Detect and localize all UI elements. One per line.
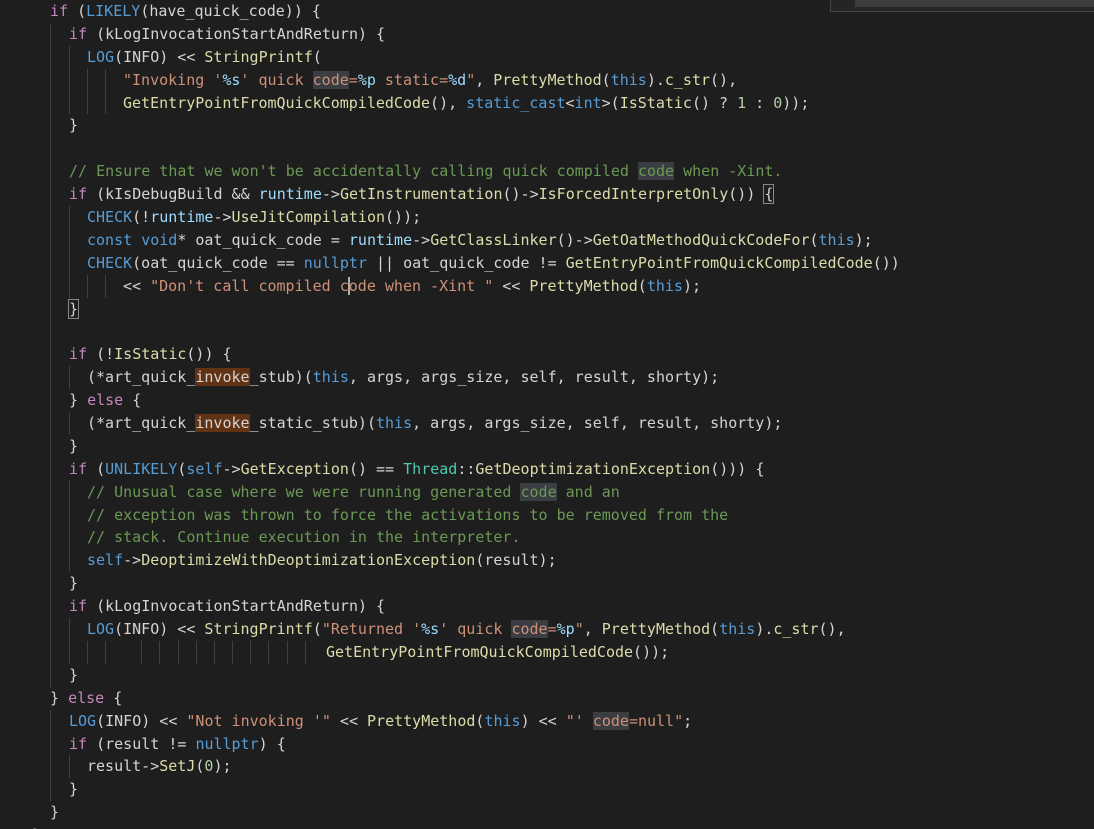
- code-line[interactable]: LOG(INFO) << StringPrintf(: [0, 45, 1094, 69]
- code-line[interactable]: if (kLogInvocationStartAndReturn) {: [0, 595, 1094, 619]
- code-line[interactable]: if (LIKELY(have_quick_code)) {: [0, 0, 1094, 23]
- code-line-text: } else {: [50, 688, 123, 707]
- code-line[interactable]: }: [0, 434, 1094, 458]
- code-line[interactable]: CHECK(!runtime->UseJitCompilation());: [0, 206, 1094, 229]
- code-line[interactable]: (*art_quick_invoke_static_stub)(this, ar…: [0, 412, 1094, 435]
- code-line-text: }: [69, 116, 79, 135]
- code-line-text: CHECK(oat_quick_code == nullptr || oat_q…: [87, 253, 900, 272]
- code-line-text: if (kIsDebugBuild && runtime->GetInstrum…: [69, 184, 775, 205]
- code-line[interactable]: if (UNLIKELY(self->GetException() == Thr…: [0, 457, 1094, 481]
- code-line-text: }: [67, 298, 80, 319]
- code-line[interactable]: self->DeoptimizeWithDeoptimizationExcept…: [0, 549, 1094, 573]
- code-line-text: if (UNLIKELY(self->GetException() == Thr…: [69, 459, 765, 478]
- code-editor[interactable]: if (LIKELY(have_quick_code)) { if (kLogI…: [0, 0, 1094, 829]
- code-line[interactable]: LOG(INFO) << StringPrintf("Returned '%s'…: [0, 618, 1094, 641]
- code-line[interactable]: }: [0, 663, 1094, 687]
- code-line-text: LOG(INFO) << StringPrintf(: [87, 47, 322, 66]
- code-line[interactable]: }: [0, 297, 1094, 321]
- code-line[interactable]: // exception was thrown to force the act…: [0, 503, 1094, 527]
- code-line[interactable]: const void* oat_quick_code = runtime->Ge…: [0, 228, 1094, 252]
- code-line[interactable]: }: [0, 572, 1094, 596]
- code-line[interactable]: }: [0, 114, 1094, 138]
- code-line-text: }: [69, 574, 79, 593]
- code-line[interactable]: // Ensure that we won't be accidentally …: [0, 160, 1094, 184]
- code-line[interactable]: CHECK(oat_quick_code == nullptr || oat_q…: [0, 251, 1094, 275]
- code-line-text: }: [32, 824, 41, 829]
- code-line-text: if (result != nullptr) {: [69, 734, 286, 753]
- code-line-text: << "Don't call compiled code when -Xint …: [123, 276, 701, 296]
- code-line-text: if (kLogInvocationStartAndReturn) {: [69, 24, 386, 43]
- code-line-text: result->SetJ(0);: [87, 757, 232, 776]
- code-line[interactable]: if (result != nullptr) {: [0, 732, 1094, 756]
- code-line[interactable]: [0, 137, 1094, 161]
- code-line-text: }: [69, 665, 79, 684]
- code-line-text: LOG(INFO) << StringPrintf("Returned '%s'…: [87, 620, 846, 639]
- code-line-text: // stack. Continue execution in the inte…: [87, 528, 521, 547]
- code-line-text: } else {: [69, 391, 142, 410]
- code-line-text: CHECK(!runtime->UseJitCompilation());: [87, 208, 422, 227]
- code-line-text: (*art_quick_invoke_static_stub)(this, ar…: [87, 414, 783, 433]
- code-line-text: if (kLogInvocationStartAndReturn) {: [69, 597, 386, 616]
- code-line-text: GetEntryPointFromQuickCompiledCode(), st…: [123, 93, 810, 112]
- code-line-text: const void* oat_quick_code = runtime->Ge…: [87, 230, 873, 249]
- code-line-text: if (LIKELY(have_quick_code)) {: [50, 2, 321, 20]
- code-line[interactable]: }: [0, 824, 1094, 829]
- code-line[interactable]: result->SetJ(0);: [0, 755, 1094, 779]
- code-line-text: }: [69, 780, 79, 799]
- code-line-text: // Unusual case where we were running ge…: [87, 482, 620, 501]
- code-line-text: self->DeoptimizeWithDeoptimizationExcept…: [87, 551, 557, 570]
- code-line[interactable]: "Invoking '%s' quick code=%p static=%d",…: [0, 68, 1094, 92]
- code-line-text: "Invoking '%s' quick code=%p static=%d",…: [123, 70, 738, 89]
- code-line[interactable]: << "Don't call compiled code when -Xint …: [0, 274, 1094, 298]
- code-line-text: // Ensure that we won't be accidentally …: [69, 162, 783, 181]
- code-line[interactable]: } else {: [0, 389, 1094, 413]
- code-line[interactable]: LOG(INFO) << "Not invoking '" << PrettyM…: [0, 709, 1094, 733]
- code-line-text: }: [69, 436, 79, 455]
- code-line[interactable]: }: [0, 801, 1094, 824]
- code-line-text: LOG(INFO) << "Not invoking '" << PrettyM…: [69, 711, 693, 730]
- code-line[interactable]: if (kLogInvocationStartAndReturn) {: [0, 22, 1094, 46]
- code-line-text: GetEntryPointFromQuickCompiledCode());: [326, 642, 670, 661]
- code-line[interactable]: if (!IsStatic()) {: [0, 343, 1094, 367]
- code-line-text: // exception was thrown to force the act…: [87, 505, 729, 524]
- code-line[interactable]: GetEntryPointFromQuickCompiledCode(), st…: [0, 91, 1094, 115]
- code-line[interactable]: // Unusual case where we were running ge…: [0, 480, 1094, 504]
- code-line[interactable]: (*art_quick_invoke_stub)(this, args, arg…: [0, 366, 1094, 390]
- code-line[interactable]: [0, 320, 1094, 344]
- code-lines: if (LIKELY(have_quick_code)) { if (kLogI…: [0, 0, 1094, 829]
- code-line[interactable]: // stack. Continue execution in the inte…: [0, 526, 1094, 550]
- code-line-text: (*art_quick_invoke_stub)(this, args, arg…: [87, 368, 720, 387]
- code-line[interactable]: if (kIsDebugBuild && runtime->GetInstrum…: [0, 183, 1094, 207]
- code-line[interactable]: GetEntryPointFromQuickCompiledCode());: [0, 640, 1094, 664]
- code-line[interactable]: } else {: [0, 687, 1094, 710]
- code-line-text: if (!IsStatic()) {: [69, 345, 232, 364]
- code-line-text: }: [50, 803, 60, 822]
- code-line[interactable]: }: [0, 778, 1094, 802]
